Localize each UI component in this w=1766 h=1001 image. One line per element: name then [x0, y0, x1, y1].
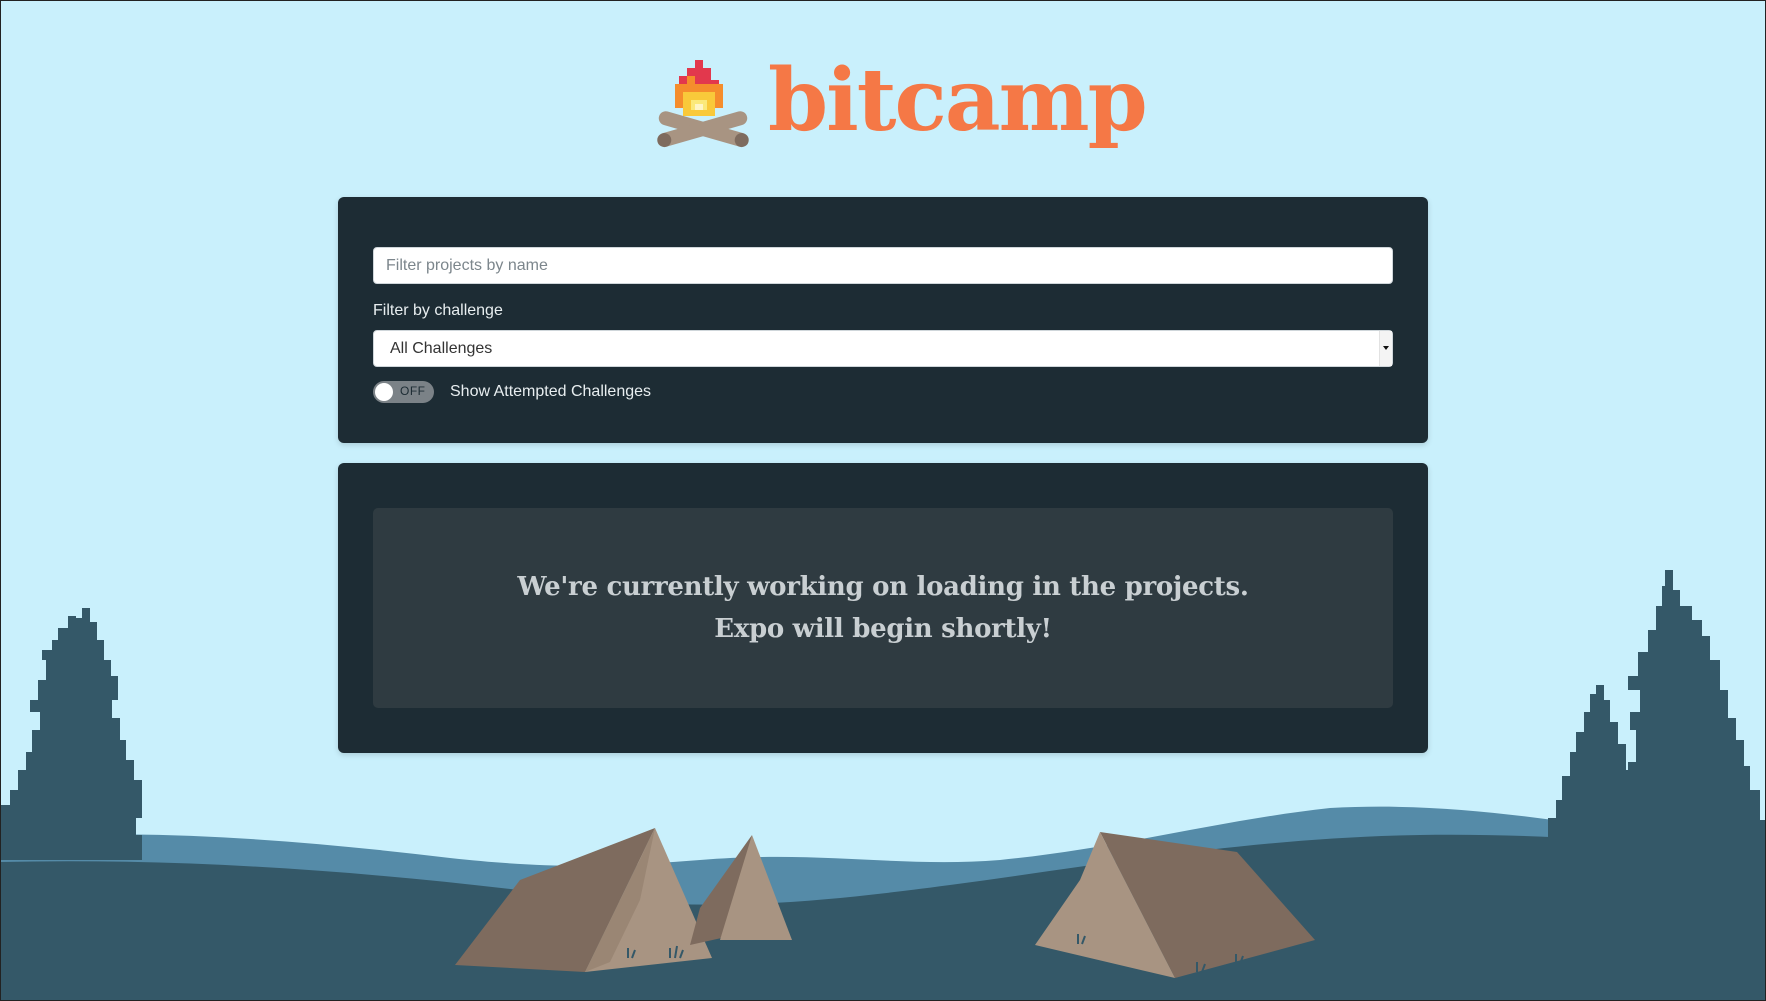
toggle-state-text: OFF: [400, 384, 426, 398]
chevron-down-icon[interactable]: [1379, 331, 1392, 366]
campfire-icon: [657, 59, 749, 147]
toggle-knob: [375, 383, 393, 401]
loading-message-line-2: Expo will begin shortly!: [714, 614, 1052, 644]
right-tree-large: [1620, 570, 1766, 860]
loading-message-line-1: We're currently working on loading in th…: [517, 572, 1249, 602]
challenge-filter-label: Filter by challenge: [373, 302, 503, 319]
projects-panel: We're currently working on loading in th…: [338, 463, 1428, 753]
right-tree-small: [1540, 685, 1646, 860]
brand-name: bitcamp: [768, 50, 1148, 151]
challenge-select[interactable]: All Challenges: [373, 330, 1393, 367]
loading-message-box: We're currently working on loading in th…: [373, 508, 1393, 708]
challenge-select-value: All Challenges: [390, 340, 493, 357]
bitcamp-logo[interactable]: bitcamp: [653, 50, 1148, 160]
left-tree: [0, 608, 142, 860]
project-search-input[interactable]: [373, 247, 1393, 284]
attempted-challenges-toggle[interactable]: OFF: [373, 381, 434, 403]
attempted-challenges-label: Show Attempted Challenges: [450, 383, 652, 400]
filters-panel: Filter by challenge All Challenges OFF S…: [338, 197, 1428, 443]
